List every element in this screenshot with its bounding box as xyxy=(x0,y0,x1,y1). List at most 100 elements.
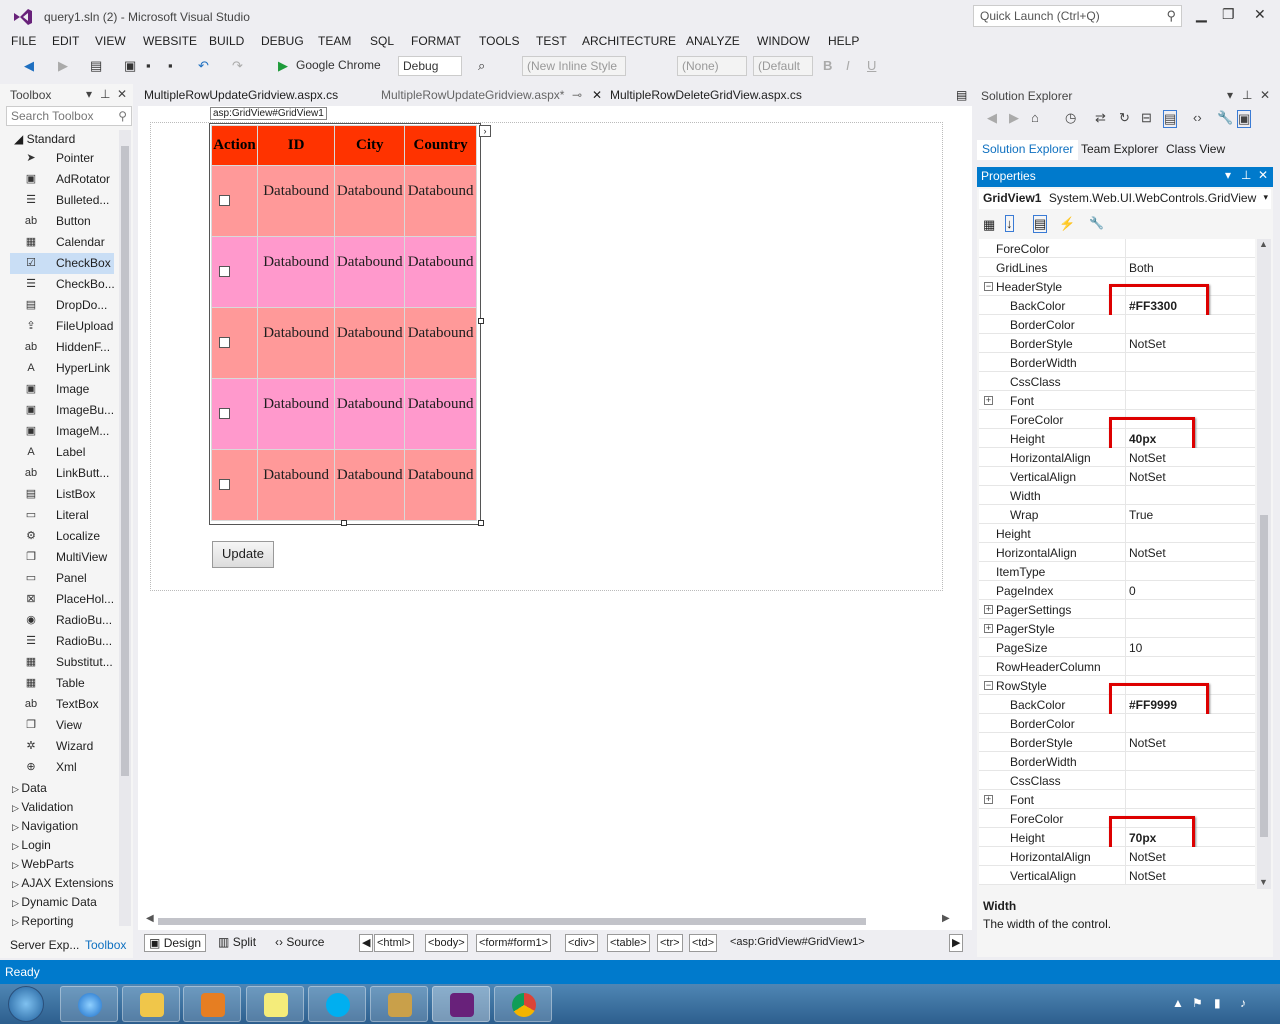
menu-architecture[interactable]: ARCHITECTURE xyxy=(582,34,676,48)
scroll-up-icon[interactable]: ▲ xyxy=(1259,239,1268,249)
property-value[interactable]: NotSet xyxy=(1129,869,1166,883)
toolbox-item[interactable]: ▤ ListBox xyxy=(10,484,114,505)
property-value[interactable]: NotSet xyxy=(1129,736,1166,750)
breadcrumb-next-icon[interactable]: ▶ xyxy=(949,934,964,952)
tab-solution-explorer[interactable]: Solution Explorer xyxy=(977,140,1079,160)
collapse-all-icon[interactable]: ⊟ xyxy=(1141,110,1152,126)
tab-update-gridview-aspx[interactable]: MultipleRowUpdateGridview.aspx* xyxy=(381,88,564,102)
dropdown-arrow-icon[interactable]: ▾ xyxy=(1227,88,1233,102)
menu-view[interactable]: VIEW xyxy=(95,34,126,48)
menu-test[interactable]: TEST xyxy=(536,34,567,48)
property-row[interactable]: BorderColor xyxy=(979,714,1255,733)
close-tab-icon[interactable]: ✕ xyxy=(592,88,602,102)
property-value[interactable]: 0 xyxy=(1129,584,1136,598)
toolbox-item[interactable]: ☰ RadioBu... xyxy=(10,631,114,652)
expand-icon[interactable]: + xyxy=(984,605,993,614)
toolbox-item[interactable]: ab LinkButt... xyxy=(10,463,114,484)
object-selector[interactable]: GridView1 System.Web.UI.WebControls.Grid… xyxy=(979,189,1271,209)
property-row[interactable]: BorderWidth xyxy=(979,353,1255,372)
toolbox-category[interactable]: ▷ AJAX Extensions xyxy=(12,876,113,890)
history-icon[interactable]: ◷ xyxy=(1065,110,1076,126)
horizontal-scrollbar-thumb[interactable] xyxy=(158,918,866,925)
tray-network-icon[interactable]: ▮ xyxy=(1214,996,1221,1010)
toolbox-item[interactable]: ⇪ FileUpload xyxy=(10,316,114,337)
toolbox-item[interactable]: ab Button xyxy=(10,211,114,232)
toolbox-item[interactable]: ☑ CheckBox xyxy=(10,253,114,274)
tab-overflow-icon[interactable]: ▤ xyxy=(956,88,967,102)
menu-edit[interactable]: EDIT xyxy=(52,34,79,48)
row-checkbox[interactable] xyxy=(219,479,230,490)
split-view-button[interactable]: ▥ Split xyxy=(214,934,260,952)
property-row[interactable]: CssClass xyxy=(979,771,1255,790)
property-value[interactable]: 10 xyxy=(1129,641,1142,655)
view-code-icon[interactable]: ‹› xyxy=(1193,110,1202,125)
new-project-icon[interactable]: ▤ xyxy=(90,58,102,74)
property-row[interactable]: BorderStyle NotSet xyxy=(979,733,1255,752)
close-icon[interactable]: ✕ xyxy=(1258,168,1268,182)
toolbox-item[interactable]: ☰ Bulleted... xyxy=(10,190,114,211)
property-row[interactable]: PageSize 10 xyxy=(979,638,1255,657)
property-row[interactable]: PageIndex 0 xyxy=(979,581,1255,600)
menu-format[interactable]: FORMAT xyxy=(411,34,461,48)
pin-icon[interactable]: ⊥ xyxy=(100,87,110,101)
taskbar-chrome-icon[interactable] xyxy=(494,986,552,1022)
underline-button[interactable]: U xyxy=(867,58,876,73)
expand-icon[interactable]: + xyxy=(984,624,993,633)
toolbox-item[interactable]: ▣ Image xyxy=(10,379,114,400)
resize-handle-bottom[interactable] xyxy=(341,520,347,526)
property-row[interactable]: Wrap True xyxy=(979,505,1255,524)
toolbox-scrollbar[interactable] xyxy=(119,130,131,926)
toolbox-item[interactable]: ☰ CheckBo... xyxy=(10,274,115,295)
tray-volume-icon[interactable]: ♪ xyxy=(1240,996,1246,1010)
forward-icon[interactable]: ▶ xyxy=(1009,110,1019,126)
toolbox-item[interactable]: ▣ ImageM... xyxy=(10,421,114,442)
sync-icon[interactable]: ⇄ xyxy=(1095,110,1106,126)
menu-window[interactable]: WINDOW xyxy=(757,34,810,48)
gridview[interactable]: Action ID City Country Databound Databound Da… xyxy=(211,125,477,521)
tab-update-gridview-cs[interactable]: MultipleRowUpdateGridview.aspx.cs xyxy=(144,88,338,102)
property-row[interactable]: BorderStyle NotSet xyxy=(979,334,1255,353)
toolbox-item[interactable]: ▤ DropDo... xyxy=(10,295,114,316)
breadcrumb-td[interactable]: <td> xyxy=(689,934,718,952)
breadcrumb-tr[interactable]: <tr> xyxy=(657,934,683,952)
toolbox-category[interactable]: ▷ Navigation xyxy=(12,819,78,833)
toolbox-item[interactable]: ab HiddenF... xyxy=(10,337,114,358)
toolbox-item[interactable]: ⊠ PlaceHol... xyxy=(10,589,114,610)
tab-toolbox[interactable]: Toolbox xyxy=(85,938,126,952)
undo-icon[interactable]: ↶ xyxy=(198,58,209,74)
preview-icon[interactable]: ▣ xyxy=(1237,110,1252,128)
property-value[interactable]: NotSet xyxy=(1129,451,1166,465)
alphabetical-icon[interactable]: ↓ xyxy=(1005,215,1014,232)
tray-expand-icon[interactable]: ▲ xyxy=(1172,996,1184,1010)
property-row[interactable]: + PagerStyle xyxy=(979,619,1255,638)
toolbox-item[interactable]: ab TextBox xyxy=(10,694,114,715)
property-row[interactable]: + PagerSettings xyxy=(979,600,1255,619)
style-dropdown[interactable]: (New Inline Style xyxy=(522,56,626,76)
restore-button[interactable]: ❐ xyxy=(1222,6,1235,23)
close-icon[interactable]: ✕ xyxy=(1260,88,1270,102)
toolbox-item[interactable]: ➤ Pointer xyxy=(10,148,114,169)
breadcrumb-form[interactable]: <form#form1> xyxy=(476,934,552,952)
property-row[interactable]: ItemType xyxy=(979,562,1255,581)
toolbox-item[interactable]: ⊕ Xml xyxy=(10,757,114,778)
property-value[interactable]: NotSet xyxy=(1129,470,1166,484)
property-value[interactable]: NotSet xyxy=(1129,546,1166,560)
toolbox-group-standard[interactable]: ◢ Standard xyxy=(14,132,75,146)
breadcrumb-current[interactable]: <asp:GridView#GridView1> xyxy=(730,936,865,948)
resize-handle-right[interactable] xyxy=(478,318,484,324)
tab-server-explorer[interactable]: Server Exp... xyxy=(10,938,79,952)
resize-handle-corner[interactable] xyxy=(478,520,484,526)
back-icon[interactable]: ◀ xyxy=(24,58,34,74)
menu-build[interactable]: BUILD xyxy=(209,34,244,48)
scroll-down-icon[interactable]: ▼ xyxy=(1259,877,1268,887)
property-row[interactable]: BorderWidth xyxy=(979,752,1255,771)
design-surface[interactable]: asp:GridView#GridView1 Action ID City Count… xyxy=(138,106,972,930)
collapse-icon[interactable]: − xyxy=(984,681,993,690)
property-row[interactable]: VerticalAlign NotSet xyxy=(979,866,1255,885)
taskbar-cleaner-icon[interactable] xyxy=(370,986,428,1022)
find-icon[interactable]: ⌕ xyxy=(478,58,485,74)
taskbar-sticky-notes-icon[interactable] xyxy=(246,986,304,1022)
toolbox-scrollbar-thumb[interactable] xyxy=(121,146,129,776)
breadcrumb-prev-icon[interactable]: ◀ xyxy=(359,934,374,952)
dropdown-arrow-icon[interactable]: ▾ xyxy=(86,87,92,101)
